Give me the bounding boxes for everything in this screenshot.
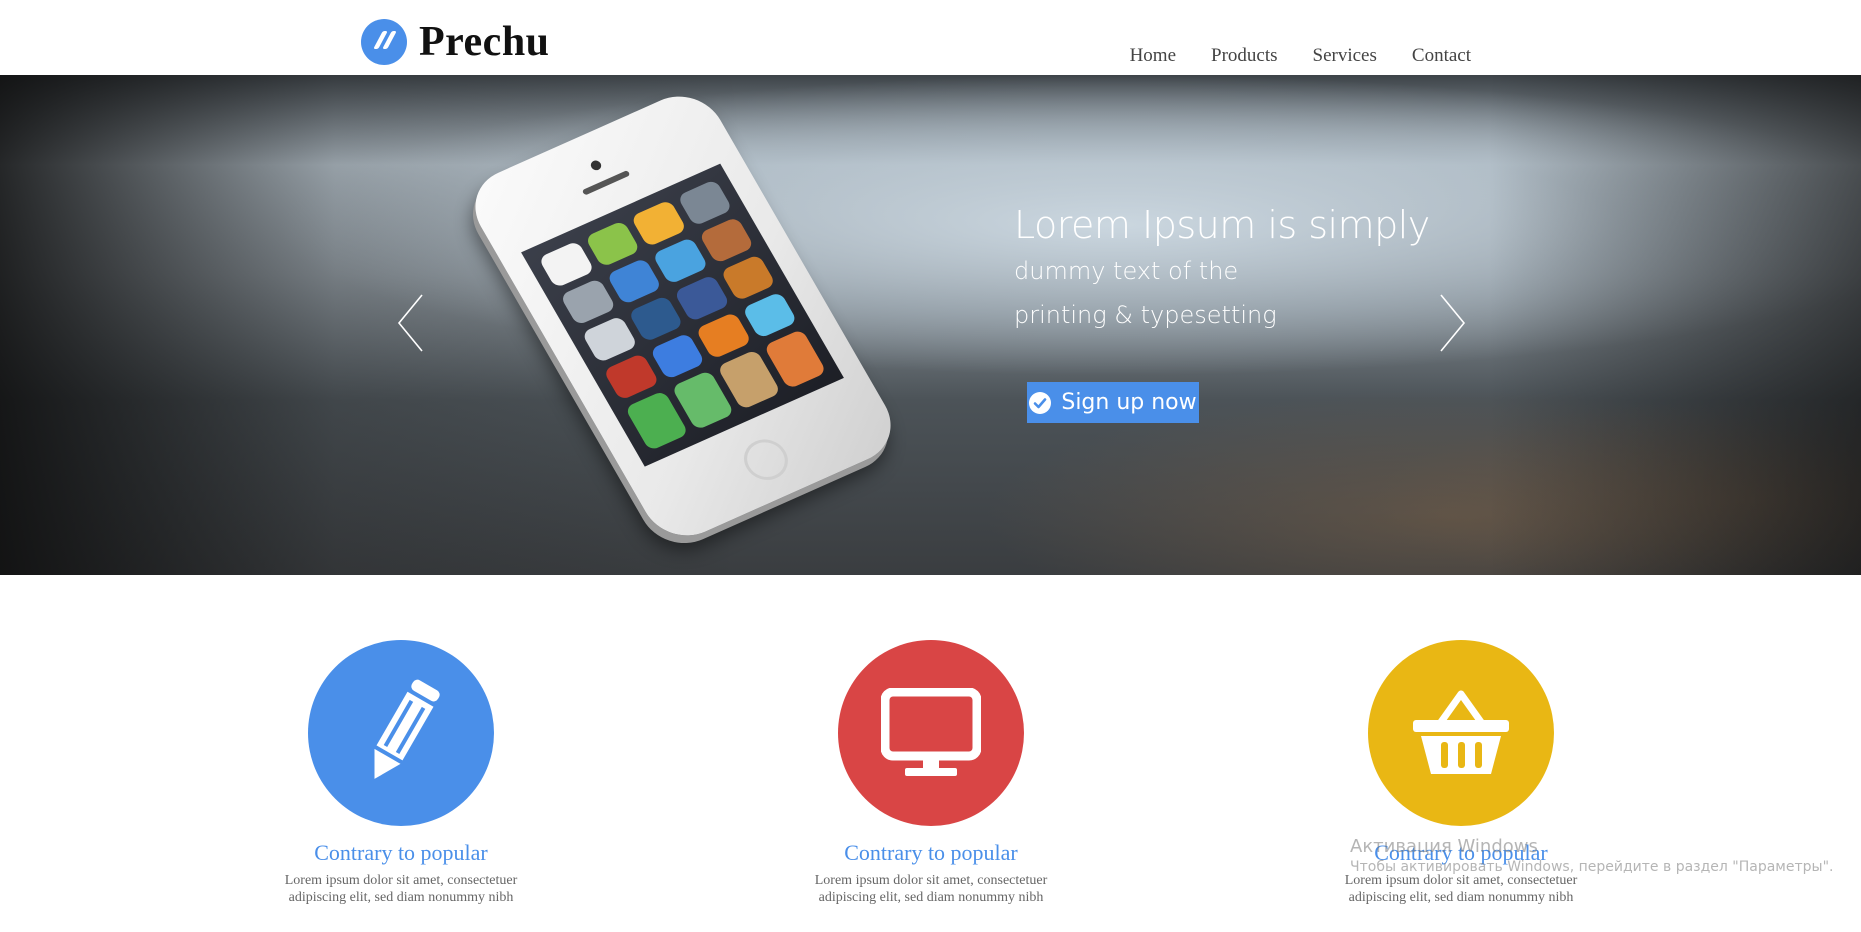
feature-text-line1: Lorem ipsum dolor sit amet, consectetuer	[284, 873, 518, 888]
site-header: Prechu Home Products Services Contact	[0, 0, 1861, 75]
smartphone-image	[459, 83, 907, 549]
sign-up-label: Sign up now	[1061, 390, 1197, 415]
feature-text-line2: adipiscing elit, sed diam nonummy nibh	[818, 890, 1044, 905]
chevron-left-icon[interactable]	[396, 293, 426, 353]
feature-title[interactable]: Contrary to popular	[1311, 840, 1611, 866]
chevron-right-icon[interactable]	[1437, 293, 1467, 353]
hero-text: Lorem Ipsum is simply dummy text of the …	[1014, 203, 1430, 337]
feature-card: Contrary to popular Lorem ipsum dolor si…	[251, 640, 551, 906]
nav-item-services[interactable]: Services	[1313, 45, 1377, 67]
logo[interactable]: Prechu	[361, 19, 550, 65]
feature-text-line1: Lorem ipsum dolor sit amet, consectetuer	[814, 873, 1048, 888]
hero-subtitle-line1: dummy text of the	[1014, 256, 1239, 285]
brand-name: Prechu	[419, 19, 550, 65]
nav-item-products[interactable]: Products	[1211, 45, 1278, 67]
feature-circle	[838, 640, 1024, 826]
monitor-icon	[881, 688, 981, 776]
feature-title[interactable]: Contrary to popular	[781, 840, 1081, 866]
main-nav: Home Products Services Contact	[1095, 45, 1471, 67]
feature-title[interactable]: Contrary to popular	[251, 840, 551, 866]
feature-text-line2: adipiscing elit, sed diam nonummy nibh	[1348, 890, 1574, 905]
basket-icon	[1413, 690, 1509, 774]
sign-up-button[interactable]: Sign up now	[1027, 382, 1199, 423]
pencil-icon	[374, 679, 440, 779]
feature-card: Contrary to popular Lorem ipsum dolor si…	[1311, 640, 1611, 906]
hero-subtitle-line2: printing & typesetting	[1014, 300, 1277, 329]
double-slash-logo-icon	[361, 19, 407, 65]
hero-slider: Lorem Ipsum is simply dummy text of the …	[0, 75, 1861, 575]
feature-circle	[1368, 640, 1554, 826]
feature-circle	[308, 640, 494, 826]
check-circle-icon	[1029, 391, 1052, 414]
nav-item-home[interactable]: Home	[1130, 45, 1176, 67]
feature-text-line2: adipiscing elit, sed diam nonummy nibh	[288, 890, 514, 905]
feature-card: Contrary to popular Lorem ipsum dolor si…	[781, 640, 1081, 906]
hero-title: Lorem Ipsum is simply	[1014, 203, 1430, 247]
nav-item-contact[interactable]: Contact	[1412, 45, 1471, 67]
feature-text-line1: Lorem ipsum dolor sit amet, consectetuer	[1344, 873, 1578, 888]
